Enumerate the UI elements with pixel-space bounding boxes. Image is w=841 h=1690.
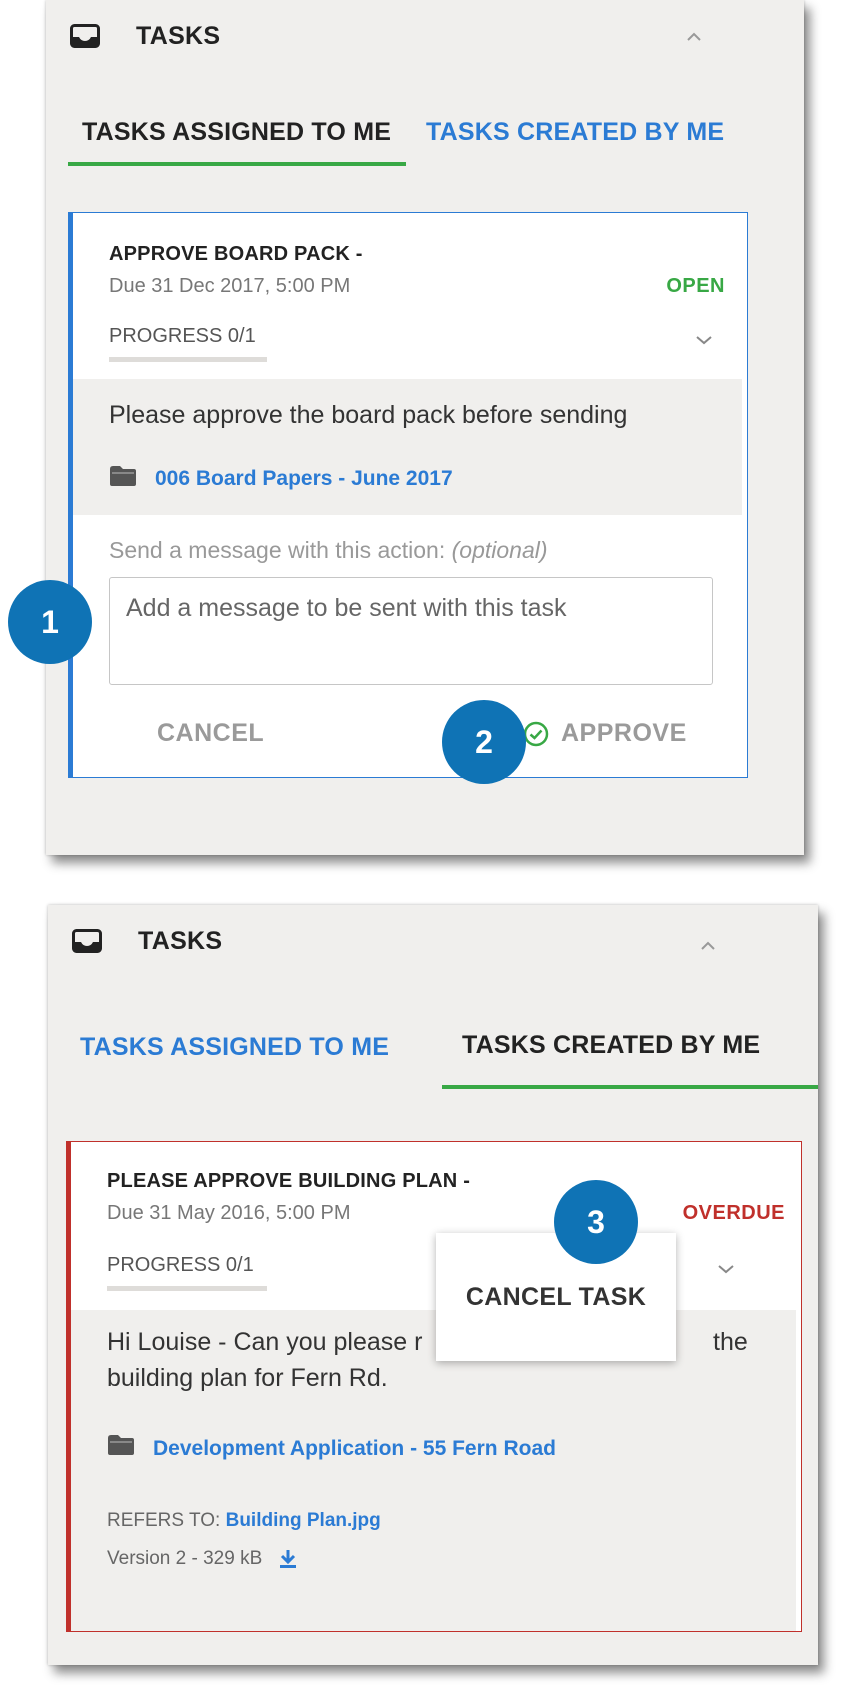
tab-tasks-created-by-me[interactable]: TASKS CREATED BY ME: [462, 1031, 760, 1060]
tab-tasks-assigned-to-me[interactable]: TASKS ASSIGNED TO ME: [80, 1033, 389, 1062]
callout-badge-1: 1: [8, 580, 92, 664]
message-label: Send a message with this action: (option…: [109, 537, 548, 564]
message-optional-text: (optional): [451, 537, 548, 563]
task-due-date: Due 31 Dec 2017, 5:00 PM: [109, 275, 351, 297]
task-details-section: Please approve the board pack before sen…: [73, 379, 742, 515]
active-tab-indicator: [442, 1085, 818, 1089]
status-badge: OVERDUE: [682, 1202, 785, 1224]
version-info: Version 2 - 329 kB: [107, 1548, 263, 1569]
more-options-menu: CANCEL TASK: [436, 1233, 676, 1361]
chevron-up-icon[interactable]: [700, 941, 716, 951]
chevron-down-icon[interactable]: [695, 335, 713, 345]
task-description-start: Hi Louise - Can you please r: [107, 1328, 423, 1356]
download-icon[interactable]: [278, 1548, 298, 1570]
folder-link[interactable]: 006 Board Papers - June 2017: [155, 467, 453, 491]
callout-badge-2: 2: [442, 700, 526, 784]
task-title: APPROVE BOARD PACK -: [109, 243, 363, 265]
refers-to-file-link[interactable]: Building Plan.jpg: [226, 1510, 381, 1531]
chevron-down-icon[interactable]: [717, 1264, 735, 1274]
task-card[interactable]: PLEASE APPROVE BUILDING PLAN - Due 31 Ma…: [66, 1141, 802, 1632]
refers-to-line: REFERS TO: Building Plan.jpg: [107, 1510, 381, 1532]
task-description: Please approve the board pack before sen…: [109, 401, 628, 429]
status-badge: OPEN: [666, 275, 725, 297]
progress-label: PROGRESS 0/1: [109, 325, 256, 347]
progress-label: PROGRESS 0/1: [107, 1254, 254, 1276]
approve-label: APPROVE: [561, 719, 687, 747]
task-title: PLEASE APPROVE BUILDING PLAN -: [107, 1170, 471, 1192]
message-label-text: Send a message with this action:: [109, 537, 446, 563]
callout-badge-3: 3: [554, 1180, 638, 1264]
task-due-date: Due 31 May 2016, 5:00 PM: [107, 1202, 351, 1224]
task-details-section: Hi Louise - Can you please r the buildin…: [71, 1310, 796, 1631]
progress-bar: [109, 357, 267, 362]
folder-link[interactable]: Development Application - 55 Fern Road: [153, 1437, 556, 1461]
folder-icon: [110, 466, 136, 486]
task-card[interactable]: APPROVE BOARD PACK - Due 31 Dec 2017, 5:…: [68, 212, 748, 778]
chevron-up-icon[interactable]: [686, 32, 702, 42]
task-description-line2: building plan for Fern Rd.: [107, 1364, 388, 1392]
tasks-panel-assigned: TASKS TASKS ASSIGNED TO ME TASKS CREATED…: [46, 0, 804, 855]
folder-icon: [108, 1435, 134, 1455]
version-info-line: Version 2 - 329 kB: [107, 1548, 298, 1570]
approve-button[interactable]: APPROVE: [523, 719, 687, 748]
message-input[interactable]: [109, 577, 713, 685]
tab-tasks-assigned-to-me[interactable]: TASKS ASSIGNED TO ME: [82, 118, 391, 147]
progress-bar: [107, 1286, 267, 1291]
tasks-panel-created: TASKS TASKS ASSIGNED TO ME TASKS CREATED…: [48, 905, 818, 1665]
active-tab-indicator: [68, 162, 406, 166]
refers-to-label: REFERS TO:: [107, 1510, 221, 1531]
task-description-end: the: [713, 1328, 748, 1356]
task-description-line1: Hi Louise - Can you please r: [107, 1324, 422, 1360]
check-circle-icon: [523, 721, 549, 746]
tab-tasks-created-by-me[interactable]: TASKS CREATED BY ME: [426, 118, 724, 147]
inbox-icon: [72, 929, 102, 953]
cancel-button[interactable]: CANCEL: [157, 719, 264, 748]
panel-title: TASKS: [136, 22, 221, 50]
panel-title: TASKS: [138, 927, 223, 955]
cancel-task-menu-item[interactable]: CANCEL TASK: [466, 1283, 646, 1312]
inbox-icon: [70, 24, 100, 48]
